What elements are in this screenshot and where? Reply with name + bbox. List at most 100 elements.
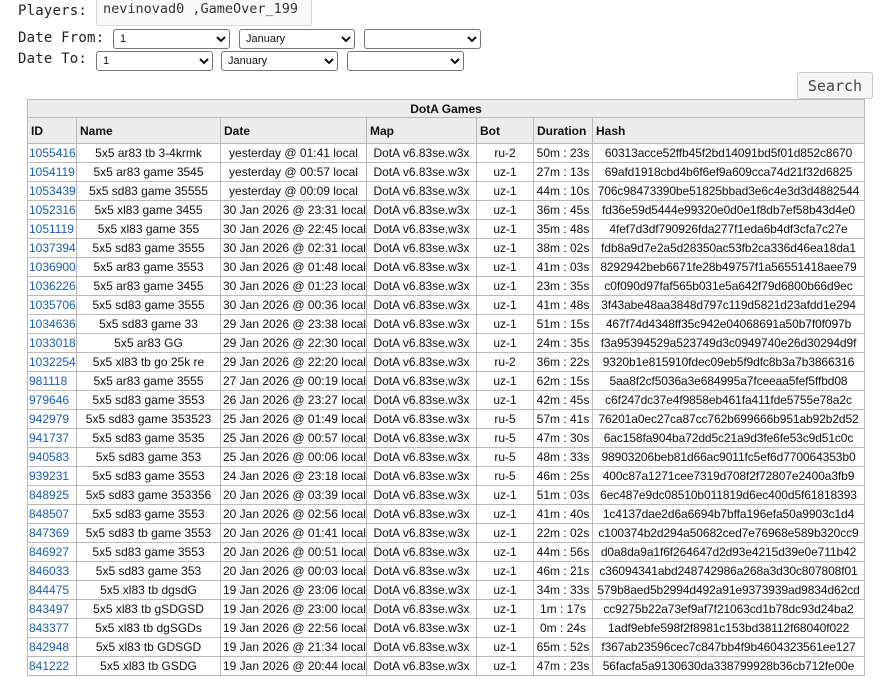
game-map-cell: DotA v6.83se.w3x <box>366 352 477 372</box>
column-header-map: Map <box>366 117 477 144</box>
game-hash-cell: c36094341abd248742986a268a3d30c807808f01 <box>591 561 866 581</box>
game-date-cell: 30 Jan 2026 @ 00:36 local <box>220 295 367 315</box>
game-duration-cell: 24m : 35s <box>533 333 593 353</box>
game-name-cell: 5x5 sd83 game 3553 <box>76 504 221 524</box>
game-id-link[interactable]: 1035706 <box>29 298 76 312</box>
game-name-cell: 5x5 ar83 GG <box>76 333 221 353</box>
game-id-link[interactable]: 846927 <box>29 545 69 559</box>
games-table-body: 1055416 5x5 ar83 tb 3-4krmk yesterday @ 01… <box>27 143 866 676</box>
games-table: DotA Games ID Name Date Map Bot Duration… <box>26 99 866 676</box>
game-bot-cell: uz-1 <box>476 580 534 600</box>
game-hash-cell: 69afd1918cbd4b6f6ef9a609cca74d21f32d6825 <box>591 162 866 182</box>
column-header-id: ID <box>27 117 77 144</box>
from-year-select[interactable] <box>364 29 481 49</box>
game-id-link[interactable]: 940583 <box>29 450 69 464</box>
game-bot-cell: uz-1 <box>476 561 534 581</box>
game-duration-cell: 46m : 21s <box>533 561 593 581</box>
game-hash-cell: fd36e59d5444e99320e0d0e1f8db7ef58b43d4e0 <box>591 200 866 220</box>
table-row: 981118 5x5 ar83 game 3555 27 Jan 2026 @ 00… <box>27 371 866 391</box>
game-id-link[interactable]: 843377 <box>29 621 69 635</box>
game-id-link[interactable]: 1055416 <box>29 146 76 160</box>
to-day-select[interactable]: 1 <box>96 51 213 71</box>
game-id-link[interactable]: 1052316 <box>29 203 76 217</box>
table-row: 847369 5x5 sd83 tb game 3553 20 Jan 2026 @… <box>27 523 866 543</box>
date-from-label: Date From: <box>18 30 105 46</box>
game-map-cell: DotA v6.83se.w3x <box>366 466 477 486</box>
column-header-bot: Bot <box>476 117 534 144</box>
game-map-cell: DotA v6.83se.w3x <box>366 409 477 429</box>
game-hash-cell: f367ab23596cec7c847bb4f9b4604323561ee127 <box>591 637 866 657</box>
game-id-link[interactable]: 1037394 <box>29 241 76 255</box>
game-bot-cell: ru-5 <box>476 409 534 429</box>
to-month-select[interactable]: January <box>221 51 338 71</box>
game-bot-cell: ru-2 <box>476 143 534 163</box>
game-name-cell: 5x5 sd83 game 33 <box>76 314 221 334</box>
game-id-link[interactable]: 844475 <box>29 583 69 597</box>
game-id-link[interactable]: 1054119 <box>29 165 75 179</box>
game-id-link[interactable]: 848507 <box>29 507 69 521</box>
game-id-link[interactable]: 1036226 <box>29 279 76 293</box>
table-row: 942979 5x5 sd83 game 353523 25 Jan 2026 @ … <box>27 409 866 429</box>
game-id-link[interactable]: 846033 <box>29 564 69 578</box>
table-row: 1032254 5x5 xl83 tb go 25k re 29 Jan 2026 … <box>27 352 866 372</box>
game-duration-cell: 41m : 03s <box>533 257 593 277</box>
game-id-cell: 941737 <box>27 428 77 448</box>
game-hash-cell: 98903206beb81d66ac9011fc5ef6d770064353b0 <box>591 447 866 467</box>
game-bot-cell: uz-1 <box>476 200 534 220</box>
game-id-link[interactable]: 848925 <box>29 488 69 502</box>
table-title-row: DotA Games <box>26 99 866 118</box>
game-date-cell: yesterday @ 00:09 local <box>220 181 367 201</box>
game-id-link[interactable]: 941737 <box>29 431 69 445</box>
game-duration-cell: 41m : 48s <box>533 295 593 315</box>
game-name-cell: 5x5 xl83 game 3455 <box>76 200 221 220</box>
game-duration-cell: 46m : 25s <box>533 466 593 486</box>
game-id-link[interactable]: 842948 <box>29 640 69 654</box>
game-name-cell: 5x5 xl83 tb GDSGD <box>76 637 221 657</box>
table-row: 1033018 5x5 ar83 GG 29 Jan 2026 @ 22:30 lo… <box>27 333 866 353</box>
game-map-cell: DotA v6.83se.w3x <box>366 219 477 239</box>
games-table-container: DotA Games ID Name Date Map Bot Duration… <box>26 99 866 676</box>
game-id-link[interactable]: 1036900 <box>29 260 76 274</box>
game-id-link[interactable]: 942979 <box>29 412 69 426</box>
game-id-link[interactable]: 979646 <box>29 393 69 407</box>
game-name-cell: 5x5 sd83 game 3535 <box>76 428 221 448</box>
game-duration-cell: 44m : 56s <box>533 542 593 562</box>
game-map-cell: DotA v6.83se.w3x <box>366 523 477 543</box>
game-id-link[interactable]: 843497 <box>29 602 69 616</box>
to-year-select[interactable] <box>347 51 464 71</box>
game-id-link[interactable]: 847369 <box>29 526 69 540</box>
game-map-cell: DotA v6.83se.w3x <box>366 200 477 220</box>
game-id-link[interactable]: 1032254 <box>29 355 76 369</box>
from-day-select[interactable]: 1 <box>113 29 230 49</box>
game-id-link[interactable]: 1034636 <box>29 317 76 331</box>
game-id-link[interactable]: 981118 <box>29 374 67 388</box>
game-id-link[interactable]: 841222 <box>29 659 69 673</box>
game-id-cell: 848507 <box>27 504 77 524</box>
search-button[interactable]: Search <box>797 72 873 99</box>
game-id-cell: 846033 <box>27 561 77 581</box>
game-id-link[interactable]: 1033018 <box>29 336 76 350</box>
game-map-cell: DotA v6.83se.w3x <box>366 599 477 619</box>
players-input[interactable]: nevinovad0 ,GameOver_199 <box>96 0 312 26</box>
table-row: 940583 5x5 sd83 game 353 25 Jan 2026 @ 00:… <box>27 447 866 467</box>
game-id-link[interactable]: 1051119 <box>29 222 74 236</box>
game-duration-cell: 48m : 33s <box>533 447 593 467</box>
game-bot-cell: uz-1 <box>476 390 534 410</box>
game-id-link[interactable]: 939231 <box>29 469 69 483</box>
game-map-cell: DotA v6.83se.w3x <box>366 542 477 562</box>
game-map-cell: DotA v6.83se.w3x <box>366 637 477 657</box>
game-date-cell: 25 Jan 2026 @ 00:06 local <box>220 447 367 467</box>
game-map-cell: DotA v6.83se.w3x <box>366 561 477 581</box>
game-id-cell: 1033018 <box>27 333 77 353</box>
game-id-link[interactable]: 1053439 <box>29 184 76 198</box>
game-duration-cell: 65m : 52s <box>533 637 593 657</box>
game-id-cell: 843377 <box>27 618 77 638</box>
table-row: 1034636 5x5 sd83 game 33 29 Jan 2026 @ 23:… <box>27 314 866 334</box>
game-date-cell: 30 Jan 2026 @ 01:23 local <box>220 276 367 296</box>
game-date-cell: 29 Jan 2026 @ 23:38 local <box>220 314 367 334</box>
from-month-select[interactable]: January <box>239 29 355 49</box>
game-name-cell: 5x5 ar83 game 3455 <box>76 276 221 296</box>
game-duration-cell: 22m : 02s <box>533 523 593 543</box>
game-hash-cell: d0a8da9a1f6f264647d2d93e4215d39e0e711b42 <box>591 542 866 562</box>
game-name-cell: 5x5 sd83 game 3553 <box>76 542 221 562</box>
